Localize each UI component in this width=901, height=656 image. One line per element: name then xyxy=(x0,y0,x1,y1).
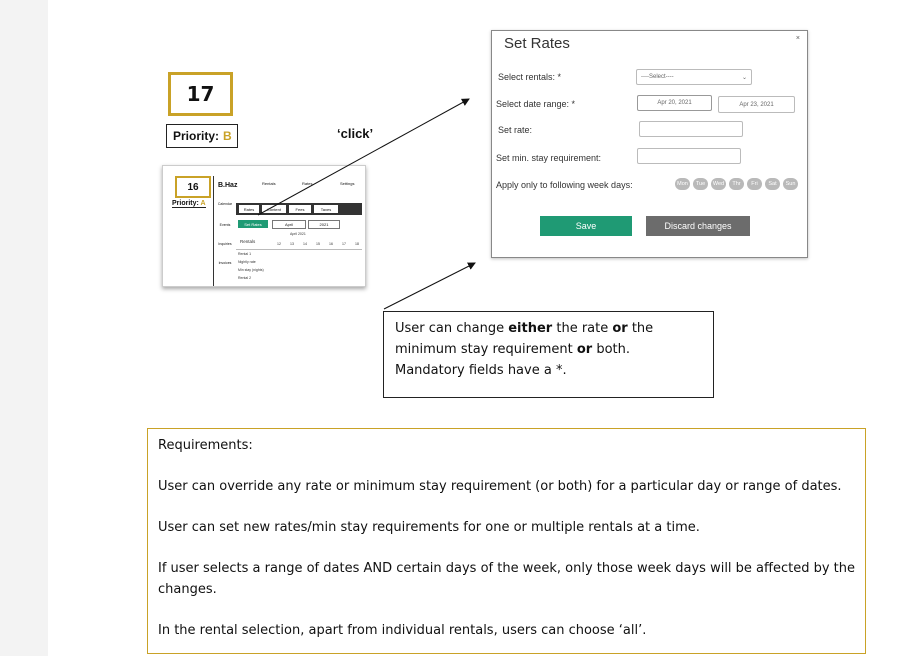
callout-arrow xyxy=(383,262,476,310)
click-arrow xyxy=(257,98,470,216)
connector-arrows xyxy=(257,98,476,310)
